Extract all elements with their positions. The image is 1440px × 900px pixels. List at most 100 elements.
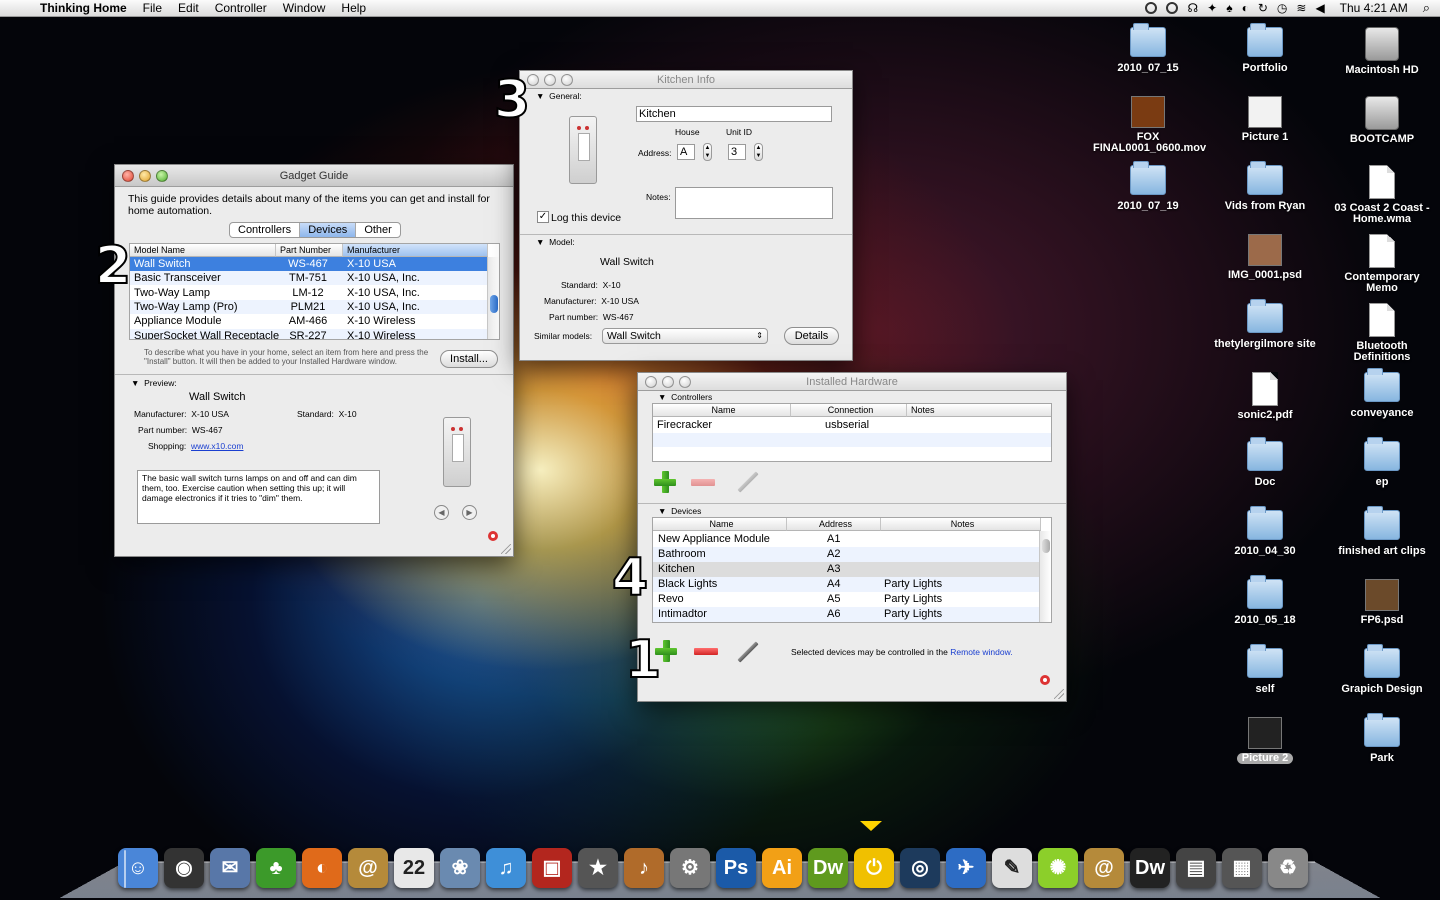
photo-booth-icon[interactable]: ▣ — [532, 848, 572, 888]
menu-help[interactable]: Help — [333, 0, 374, 17]
preview-disclosure[interactable]: ▼ Preview: — [131, 378, 177, 388]
tab-controllers[interactable]: Controllers — [230, 223, 301, 237]
gadget-table-row[interactable]: Basic Transceiver TM-751 X-10 USA, Inc. — [130, 271, 499, 286]
bird-icon[interactable]: ✦ — [1207, 1, 1217, 15]
tab-other[interactable]: Other — [356, 223, 400, 237]
devices-disclosure[interactable]: ▼ Devices — [658, 506, 701, 516]
textedit-icon[interactable]: ✎ — [992, 848, 1032, 888]
minimize-icon[interactable] — [662, 376, 674, 388]
edit-device-pencil-icon[interactable] — [737, 641, 759, 663]
gadget-table-scrollbar[interactable] — [487, 257, 499, 339]
similar-models-select[interactable]: Wall Switch ⇕ — [602, 328, 768, 344]
photoshop-icon[interactable]: Ps — [716, 848, 756, 888]
house-code-field[interactable]: A — [677, 144, 695, 160]
next-arrow-icon[interactable]: ▶ — [462, 505, 477, 520]
thinking-home-icon[interactable]: ⏻ — [854, 848, 894, 888]
menu-app-name[interactable]: Thinking Home — [32, 0, 135, 17]
help-lifesaver-icon[interactable] — [1040, 675, 1050, 685]
zoom-icon[interactable] — [561, 74, 573, 86]
documents-stack-icon[interactable]: @ — [1084, 848, 1124, 888]
menu-extra-sync-icon[interactable] — [1166, 2, 1179, 14]
spotlight-search-icon[interactable]: ⌕ — [1423, 0, 1430, 16]
refresh-icon[interactable]: ↻ — [1258, 1, 1268, 15]
gamepad-icon[interactable]: ◎ — [900, 848, 940, 888]
close-icon[interactable] — [645, 376, 657, 388]
zoom-icon[interactable] — [679, 376, 691, 388]
unit-id-field[interactable]: 3 — [728, 144, 746, 160]
edit-controller-pencil-icon[interactable] — [737, 471, 759, 493]
desktop-icon[interactable]: Macintosh HD — [1327, 27, 1437, 76]
mail-stamp-icon[interactable]: ✉ — [210, 848, 250, 888]
desktop-icon[interactable]: 2010_04_30 — [1210, 506, 1320, 557]
remove-device-icon[interactable] — [694, 648, 718, 655]
menu-edit[interactable]: Edit — [170, 0, 207, 17]
desktop-icon[interactable]: Vids from Ryan — [1210, 161, 1320, 212]
shopping-link[interactable]: www.x10.com — [191, 441, 243, 451]
dashboard-icon[interactable]: ◉ — [164, 848, 204, 888]
moon-icon[interactable]: ◐ — [1242, 1, 1249, 15]
desktop-icon[interactable]: BOOTCAMP — [1327, 96, 1437, 145]
gadget-table-row[interactable]: Two-Way Lamp (Pro) PLM21 X-10 USA, Inc. — [130, 299, 499, 314]
itunes-icon[interactable]: ♫ — [486, 848, 526, 888]
menu-file[interactable]: File — [135, 0, 170, 17]
menu-window[interactable]: Window — [275, 0, 334, 17]
wifi-icon[interactable]: ≋ — [1296, 1, 1306, 15]
controller-row[interactable]: Firecracker usbserial — [653, 418, 1051, 432]
description-box[interactable]: The basic wall switch turns lamps on and… — [137, 470, 380, 524]
tab-devices[interactable]: Devices — [300, 223, 357, 237]
menu-controller[interactable]: Controller — [207, 0, 275, 17]
system-preferences-icon[interactable]: ⚙ — [670, 848, 710, 888]
add-controller-icon[interactable] — [654, 471, 676, 493]
scroll-thumb[interactable] — [1042, 539, 1050, 553]
notes-field[interactable] — [675, 187, 833, 219]
adium-icon[interactable]: ♣ — [256, 848, 296, 888]
help-lifesaver-icon[interactable] — [488, 531, 498, 541]
trash-icon[interactable]: ♻ — [1268, 848, 1308, 888]
col-controller-notes[interactable]: Notes — [907, 404, 1051, 417]
firefox-icon[interactable]: ◐ — [302, 848, 342, 888]
device-name-field[interactable]: Kitchen — [636, 106, 832, 122]
gadget-table-row[interactable]: Wall Switch WS-467 X-10 USA — [130, 257, 499, 271]
desktop-icon[interactable]: 03 Coast 2 Coast - Home.wma — [1327, 165, 1437, 225]
address-book-icon[interactable]: @ — [348, 848, 388, 888]
device-row[interactable]: Black Lights A4 Party Lights — [653, 577, 1051, 592]
desktop-icon[interactable]: self — [1210, 644, 1320, 695]
volume-icon[interactable]: ◀ — [1315, 1, 1324, 15]
device-row[interactable]: Revo A5 Party Lights — [653, 592, 1051, 607]
col-part-number[interactable]: Part Number — [276, 244, 343, 257]
previous-arrow-icon[interactable]: ◀ — [434, 505, 449, 520]
menu-clock[interactable]: Thu 4:21 AM — [1334, 1, 1414, 15]
desktop-icon[interactable]: IMG_0001.psd — [1210, 234, 1320, 281]
col-address[interactable]: Address — [787, 518, 881, 531]
col-manufacturer[interactable]: Manufacturer — [343, 244, 488, 257]
kitchen-info-titlebar[interactable]: Kitchen Info — [520, 71, 852, 89]
time-machine-icon[interactable]: ◷ — [1277, 1, 1287, 15]
minimize-icon[interactable] — [139, 170, 151, 182]
screenshots-stack-icon[interactable]: ▤ — [1176, 848, 1216, 888]
desktop-icon[interactable]: Contemporary Memo — [1327, 234, 1437, 294]
remove-controller-icon[interactable] — [691, 479, 715, 486]
desktop-icon[interactable]: ep — [1327, 437, 1437, 488]
illustrator-icon[interactable]: Ai — [762, 848, 802, 888]
desktop-icon[interactable]: Bluetooth Definitions — [1327, 303, 1437, 363]
remote-window-link[interactable]: Remote window. — [950, 647, 1012, 657]
house-stepper[interactable]: ▲ ▼ — [703, 143, 712, 161]
model-disclosure[interactable]: ▼ Model: — [536, 237, 575, 247]
unit-id-stepper[interactable]: ▲ ▼ — [754, 143, 763, 161]
device-row[interactable]: New Appliance Module A1 — [653, 532, 1051, 547]
desktop-icon[interactable]: thetylergilmore site — [1210, 299, 1320, 350]
device-row[interactable]: Kitchen A3 — [653, 562, 1051, 577]
imovie-icon[interactable]: ★ — [578, 848, 618, 888]
device-row[interactable]: Intimadtor A6 Party Lights — [653, 607, 1051, 622]
desktop-icon[interactable]: sonic2.pdf — [1210, 372, 1320, 421]
gadget-guide-titlebar[interactable]: Gadget Guide — [115, 165, 513, 187]
gadget-table-row[interactable]: SuperSocket Wall Receptacle SR-227 X-10 Wi… — [130, 328, 499, 339]
desktop-icon[interactable]: Picture 2 — [1210, 717, 1320, 764]
garageband-icon[interactable]: ♪ — [624, 848, 664, 888]
desktop-icon[interactable]: FOX FINAL0001_0600.mov — [1093, 96, 1206, 154]
close-icon[interactable] — [122, 170, 134, 182]
devices-table-scrollbar[interactable] — [1039, 531, 1051, 622]
iphoto-icon[interactable]: ❀ — [440, 848, 480, 888]
desktop-icon[interactable]: FP6.psd — [1327, 579, 1437, 626]
col-model-name[interactable]: Model Name — [130, 244, 276, 257]
